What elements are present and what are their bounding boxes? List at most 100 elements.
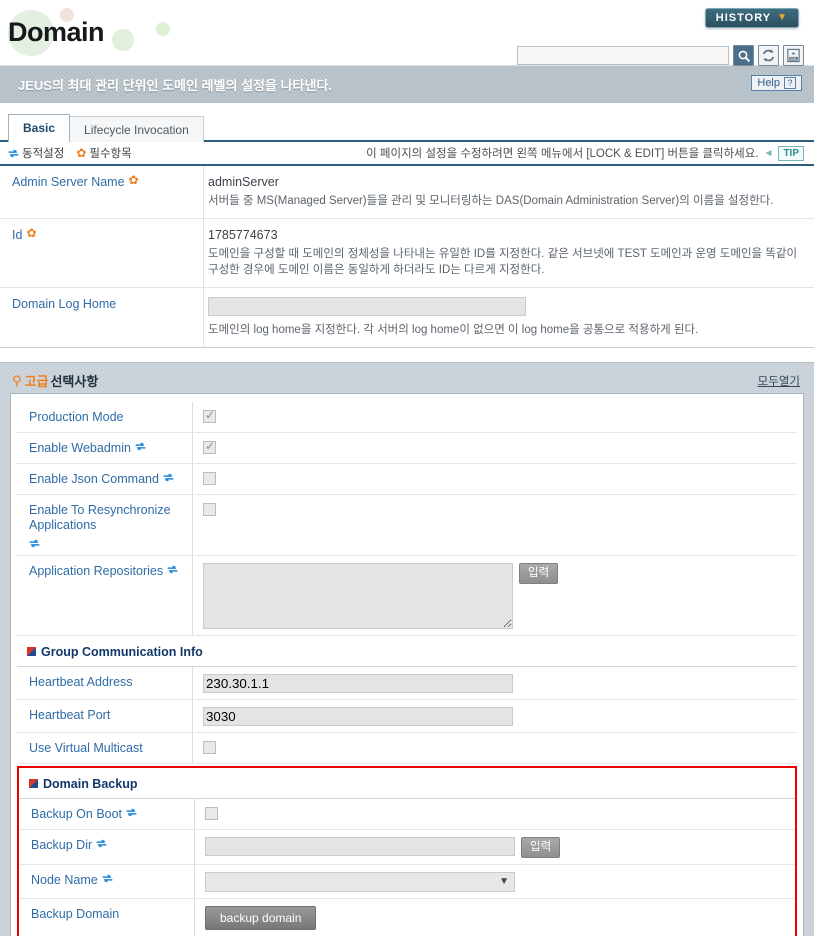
value-use-virtual-multicast: [193, 733, 797, 763]
basic-settings-table: Admin Server Name ✿ adminServer 서버들 중 MS…: [0, 164, 814, 348]
advanced-options-section: ⚲ 고급 선택사항 모두열기 Production Mode Enable We…: [0, 361, 814, 936]
heartbeat-address-input[interactable]: [203, 673, 513, 693]
enable-json-command-checkbox[interactable]: [203, 471, 216, 485]
backup-on-boot-checkbox[interactable]: [205, 806, 218, 820]
section-header-domain-backup: Domain Backup: [19, 768, 795, 799]
label-text: Enable To Resynchronize Applications: [29, 502, 171, 533]
value-enable-json-command: [193, 464, 797, 494]
dynamic-setting-icon: [163, 472, 174, 483]
label-backup-on-boot: Backup On Boot: [19, 798, 195, 829]
dynamic-setting-icon: [102, 873, 113, 884]
value-backup-dir: 입력: [195, 830, 795, 864]
tab-basic[interactable]: Basic: [8, 114, 71, 142]
label-text: Id: [12, 227, 23, 242]
required-star-icon: ✿: [26, 225, 37, 240]
row-label-admin-server-name: Admin Server Name ✿: [0, 166, 204, 218]
chevron-down-icon: ▼: [777, 12, 788, 23]
page-header: Domain HISTORY ▼ XML: [0, 0, 814, 66]
form-row-node-name: Node Name ▼: [19, 864, 795, 899]
section-marker-icon: [29, 779, 38, 789]
label-text: Production Mode: [29, 409, 124, 424]
node-name-select[interactable]: ▼: [205, 871, 515, 892]
advanced-badge-label: 고급: [24, 374, 49, 390]
open-all-link[interactable]: 모두열기: [758, 373, 800, 389]
table-row: Admin Server Name ✿ adminServer 서버들 중 MS…: [0, 166, 814, 219]
required-star-icon: ✿: [128, 173, 139, 187]
label-backup-domain: Backup Domain: [19, 898, 195, 936]
legend-bar: 동적설정 ✿ 필수항목 이 페이지의 설정을 수정하려면 왼쪽 메뉴에서 [LO…: [0, 142, 814, 164]
value-node-name: ▼: [195, 865, 795, 898]
value-enable-webadmin: [193, 433, 797, 463]
row-value-admin-server-name: adminServer 서버들 중 MS(Managed Server)들을 관…: [204, 166, 814, 218]
label-text: Backup Dir: [31, 837, 93, 852]
value-backup-domain: backup domain: [195, 899, 795, 936]
row-label-domain-log-home: Domain Log Home: [0, 288, 204, 347]
label-heartbeat-port: Heartbeat Port: [17, 699, 193, 732]
legend-notice-text: 이 페이지의 설정을 수정하려면 왼쪽 메뉴에서 [LOCK & EDIT] 버…: [366, 148, 759, 160]
legend-dynamic: 동적설정: [8, 145, 64, 161]
row-label-id: Id ✿: [0, 218, 204, 288]
help-button[interactable]: Help ?: [751, 75, 802, 91]
history-button-label: HISTORY: [715, 12, 772, 24]
value-heartbeat-address: [193, 667, 797, 699]
table-row: Id ✿ 1785774673 도메인을 구성할 때 도메인의 정체성을 나타내…: [0, 218, 814, 289]
enable-resynchronize-applications-checkbox[interactable]: [203, 502, 216, 516]
label-heartbeat-address: Heartbeat Address: [17, 666, 193, 699]
label-enable-webadmin: Enable Webadmin: [17, 432, 193, 463]
label-text: Admin Server Name: [12, 175, 125, 189]
advanced-options-panel: Production Mode Enable Webadmin: [10, 392, 804, 936]
tab-bar: Basic Lifecycle Invocation: [0, 114, 814, 142]
legend-dynamic-label: 동적설정: [22, 148, 65, 160]
domain-backup-highlight-box: Domain Backup Backup On Boot Backup Dir …: [17, 765, 797, 936]
tip-badge[interactable]: TIP: [778, 145, 804, 161]
page-description-bar: JEUS의 최대 관리 단위인 도메인 레벨의 설정을 나타낸다. Help ?: [0, 66, 814, 104]
value-production-mode: [193, 402, 797, 432]
tab-lifecycle-invocation[interactable]: Lifecycle Invocation: [69, 116, 204, 142]
domain-log-home-input[interactable]: [208, 297, 526, 317]
backup-dir-input-button[interactable]: 입력: [521, 836, 561, 858]
form-row-production-mode: Production Mode: [17, 401, 797, 433]
dynamic-setting-icon: [126, 807, 137, 818]
form-row-backup-dir: Backup Dir 입력: [19, 829, 795, 865]
application-repositories-input-button[interactable]: 입력: [519, 562, 559, 584]
backup-domain-button[interactable]: backup domain: [205, 905, 317, 930]
search-icon[interactable]: [733, 45, 754, 66]
heartbeat-port-input[interactable]: [203, 706, 513, 726]
svg-text:XML: XML: [790, 57, 797, 61]
form-row-enable-resynchronize-applications: Enable To Resynchronize Applications: [17, 494, 797, 556]
chevron-down-icon: ▼: [499, 876, 509, 888]
backup-dir-input[interactable]: [205, 836, 515, 856]
value-enable-resynchronize-applications: [193, 495, 797, 555]
xml-export-icon[interactable]: XML: [783, 45, 804, 66]
label-text: Backup On Boot: [31, 806, 123, 821]
label-production-mode: Production Mode: [17, 401, 193, 432]
dynamic-setting-icon: [135, 441, 146, 452]
row-value-id: 1785774673 도메인을 구성할 때 도메인의 정체성을 나타내는 유일한…: [204, 219, 814, 287]
enable-webadmin-checkbox[interactable]: [203, 439, 216, 454]
production-mode-checkbox[interactable]: [203, 408, 216, 423]
section-header-group-communication-info: Group Communication Info: [17, 636, 797, 667]
value-description: 도메인을 구성할 때 도메인의 정체성을 나타내는 유일한 ID를 지정한다. …: [208, 247, 798, 277]
form-row-enable-json-command: Enable Json Command: [17, 463, 797, 495]
form-row-heartbeat-address: Heartbeat Address: [17, 666, 797, 700]
legend-required-label: 필수항목: [89, 148, 132, 160]
history-button[interactable]: HISTORY ▼: [704, 8, 799, 28]
table-row: Domain Log Home 도메인의 log home을 지정한다. 각 서…: [0, 288, 814, 347]
page-title: Domain: [8, 17, 105, 47]
label-text: Heartbeat Port: [29, 707, 111, 722]
application-repositories-textarea[interactable]: [203, 562, 513, 629]
label-application-repositories: Application Repositories: [17, 555, 193, 635]
label-enable-resynchronize-applications: Enable To Resynchronize Applications: [17, 494, 193, 555]
refresh-icon[interactable]: [758, 45, 779, 66]
value-backup-on-boot: [195, 799, 795, 829]
page-root: Domain HISTORY ▼ XML JEUS의 최대 관리 단위인 도메인…: [0, 0, 814, 936]
dynamic-setting-icon: [96, 838, 107, 849]
dynamic-setting-icon: [29, 538, 40, 549]
form-row-backup-domain: Backup Domain backup domain: [19, 898, 795, 936]
search-input[interactable]: [517, 46, 729, 65]
legend-notice: 이 페이지의 설정을 수정하려면 왼쪽 메뉴에서 [LOCK & EDIT] 버…: [366, 145, 804, 161]
use-virtual-multicast-checkbox[interactable]: [203, 740, 216, 754]
form-row-use-virtual-multicast: Use Virtual Multicast: [17, 732, 797, 764]
label-text: Backup Domain: [31, 906, 120, 921]
dynamic-setting-icon: [8, 148, 19, 159]
